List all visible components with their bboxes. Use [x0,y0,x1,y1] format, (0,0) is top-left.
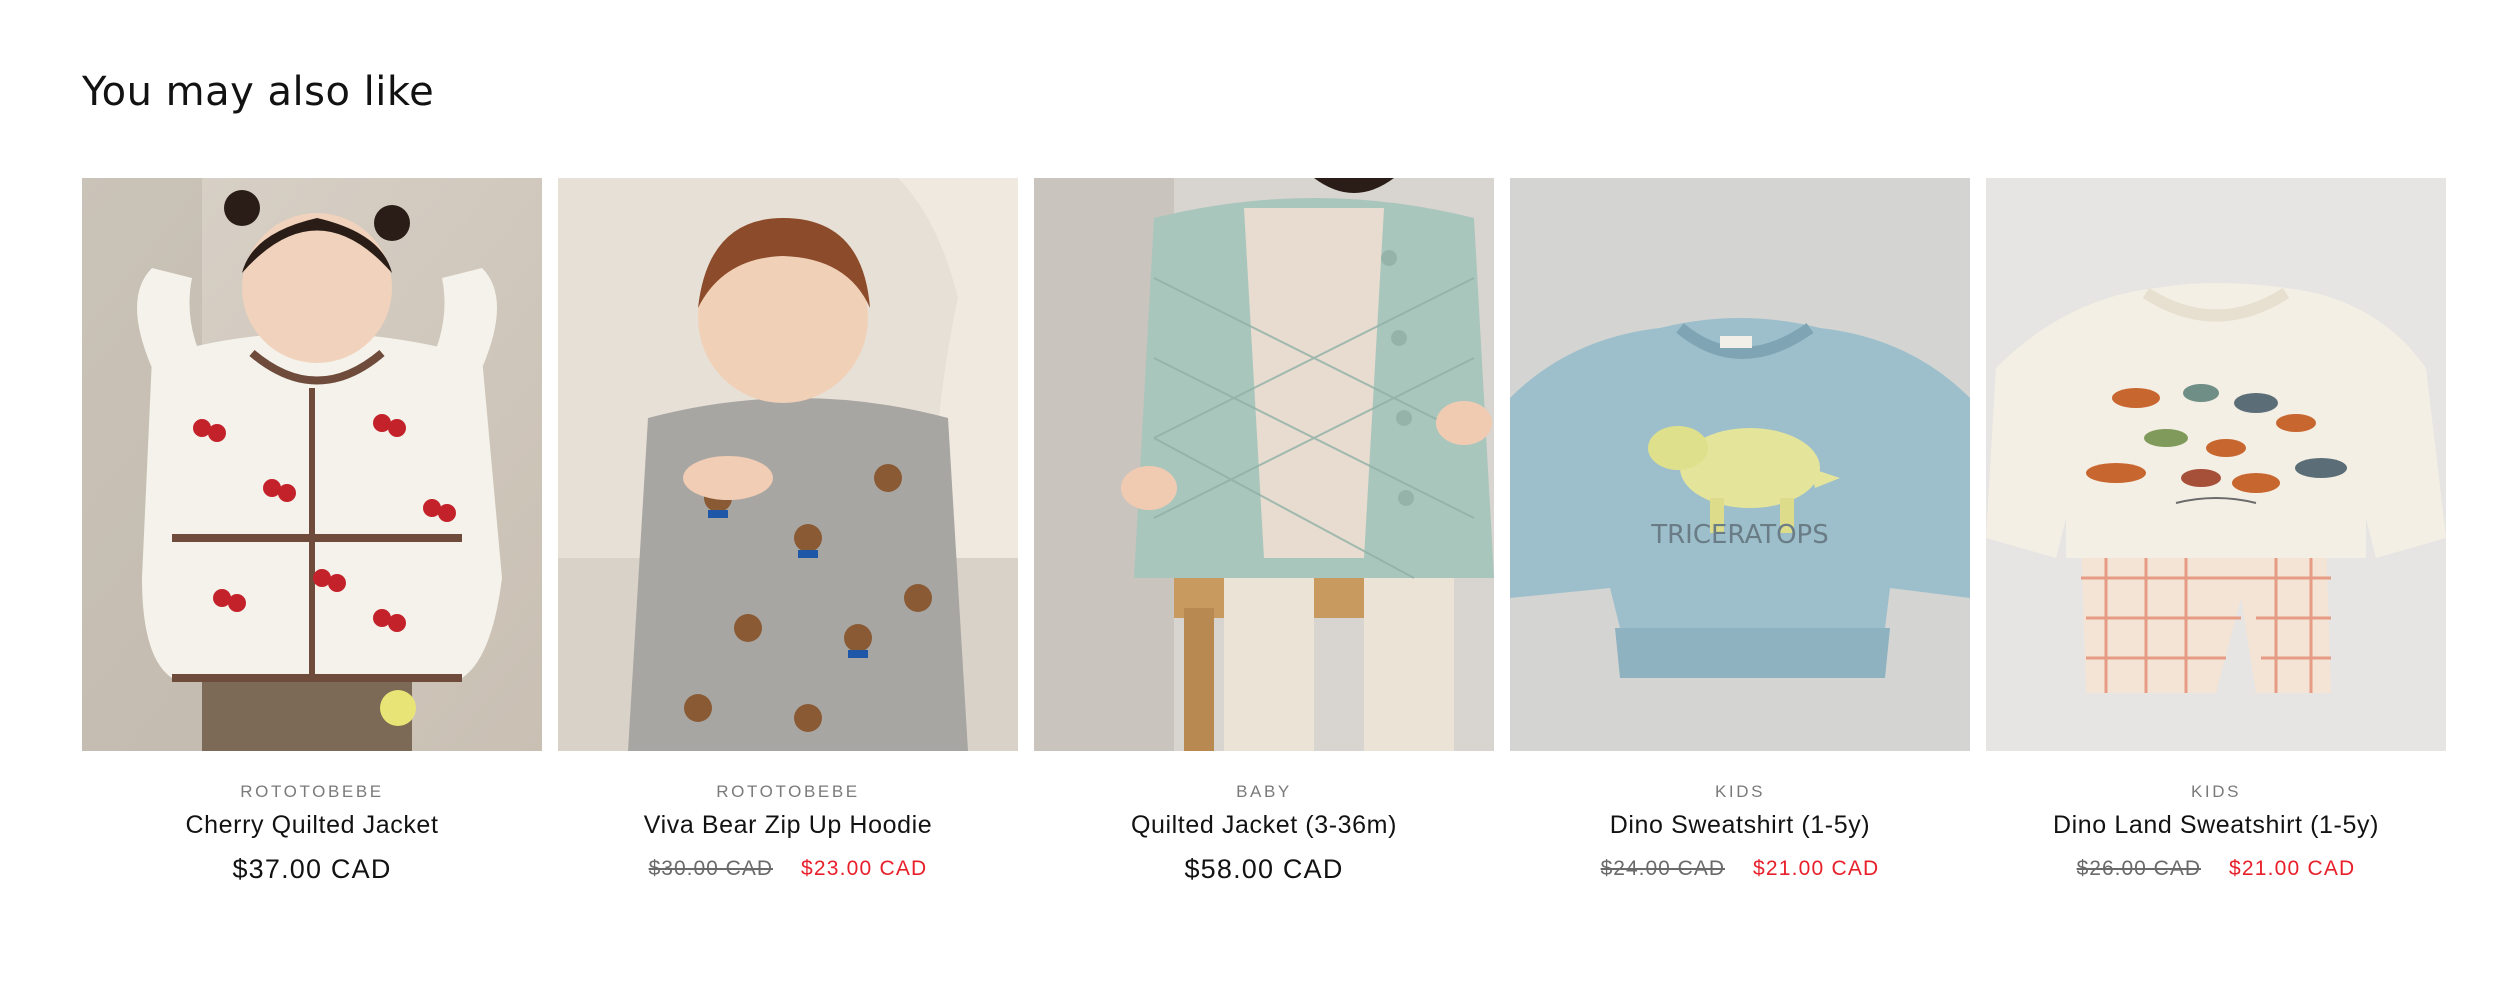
price-compare: $30.00 CAD [648,857,773,880]
product-vendor: BABY [1236,782,1292,801]
product-card[interactable]: ROTOTOBEBE Cherry Quilted Jacket $37.00 … [82,178,542,887]
product-vendor: ROTOTOBEBE [240,782,384,801]
product-title[interactable]: Viva Bear Zip Up Hoodie [558,809,1018,841]
price-regular: $37.00 CAD [232,854,392,884]
price-sale: $21.00 CAD [1753,857,1880,880]
price-compare: $24.00 CAD [1600,857,1725,880]
product-title[interactable]: Cherry Quilted Jacket [82,809,542,841]
price-regular: $58.00 CAD [1184,854,1344,884]
product-price: $58.00 CAD [1034,851,1494,887]
product-image[interactable] [82,178,542,751]
price-sale: $21.00 CAD [2229,857,2356,880]
price-sale: $23.00 CAD [801,857,928,880]
product-card[interactable]: KIDS Dino Land Sweatshirt (1-5y) $26.00 … [1986,178,2446,887]
product-vendor: KIDS [1714,782,1766,801]
blue-dino-sweatshirt-flatlay-photo: TRICERATOPS [1510,178,1970,751]
product-image[interactable] [558,178,1018,751]
product-price: $26.00 CAD $21.00 CAD [1986,851,2446,887]
product-image[interactable] [1986,178,2446,751]
product-price: $37.00 CAD [82,851,542,887]
cream-dino-sweatshirt-with-plaid-pants-photo [1986,178,2446,751]
product-image[interactable]: TRICERATOPS [1510,178,1970,751]
product-vendor: KIDS [2190,782,2242,801]
product-image[interactable] [1034,178,1494,751]
product-title[interactable]: Dino Sweatshirt (1-5y) [1510,809,1970,841]
child-in-mint-quilted-jacket-photo [1034,178,1494,751]
baby-in-cherry-quilted-jacket-photo [82,178,542,751]
dino-graphic-text: TRICERATOPS [1650,520,1829,550]
product-title[interactable]: Quilted Jacket (3-36m) [1034,809,1494,841]
product-card[interactable]: BABY Quilted Jacket (3-36m) $58.00 CAD [1034,178,1494,887]
product-vendor: ROTOTOBEBE [716,782,860,801]
product-price: $30.00 CAD $23.00 CAD [558,851,1018,887]
product-card[interactable]: ROTOTOBEBE Viva Bear Zip Up Hoodie $30.0… [558,178,1018,887]
section-heading: You may also like [82,69,435,115]
product-card[interactable]: TRICERATOPS KIDS Dino Sweatshirt (1-5y) … [1510,178,1970,887]
product-grid: ROTOTOBEBE Cherry Quilted Jacket $37.00 … [82,178,2446,887]
product-title[interactable]: Dino Land Sweatshirt (1-5y) [1986,809,2446,841]
price-compare: $26.00 CAD [2076,857,2201,880]
product-price: $24.00 CAD $21.00 CAD [1510,851,1970,887]
toddler-in-grey-bear-hoodie-photo [558,178,1018,751]
